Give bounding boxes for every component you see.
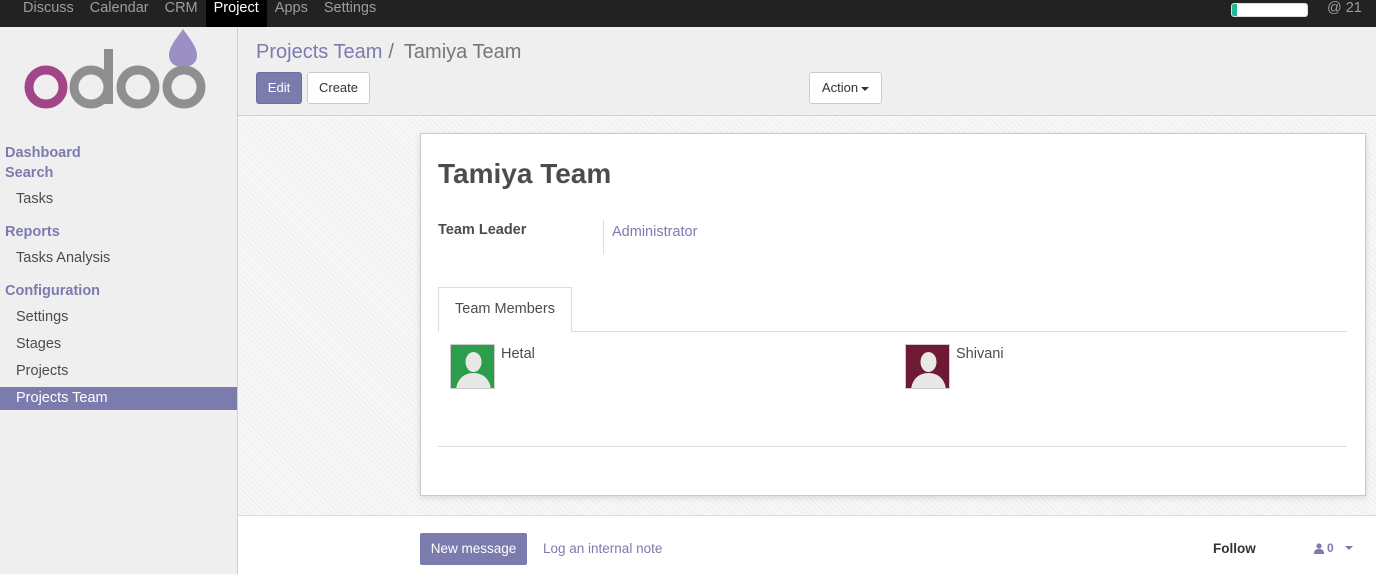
log-note-link[interactable]: Log an internal note <box>543 541 662 556</box>
sidebar-item-settings[interactable]: Settings <box>0 306 237 329</box>
team-leader-link[interactable]: Administrator <box>612 224 697 240</box>
form-sheet: Tamiya Team Team Leader Administrator Te… <box>420 133 1366 496</box>
action-label: Action <box>821 80 859 95</box>
form-view: Tamiya Team Team Leader Administrator Te… <box>238 116 1376 515</box>
caret-down-icon <box>1344 546 1353 550</box>
field-divider <box>603 220 604 254</box>
team-leader-label: Team Leader <box>438 222 527 238</box>
follow-button[interactable]: Follow <box>1213 541 1256 556</box>
progress-fill <box>1232 4 1238 16</box>
sidebar-heading-dashboard[interactable]: Dashboard <box>5 145 81 161</box>
sidebar-item-projects-team[interactable]: Projects Team <box>0 387 237 410</box>
member-name: Shivani <box>956 346 1004 362</box>
user-icon <box>1314 542 1324 554</box>
sidebar-heading-configuration: Configuration <box>5 283 101 299</box>
followers-dropdown[interactable]: 0 <box>1314 541 1353 555</box>
sidebar-item-projects[interactable]: Projects <box>0 360 237 383</box>
section-divider <box>438 446 1347 447</box>
breadcrumb: Projects Team / Tamiya Team <box>256 41 521 64</box>
menu-crm[interactable]: CRM <box>157 0 206 27</box>
create-button[interactable]: Create <box>307 72 370 104</box>
record-title: Tamiya Team <box>438 158 612 189</box>
messages-counter[interactable]: @ 21 <box>1327 0 1362 16</box>
avatar <box>450 344 495 389</box>
breadcrumb-parent[interactable]: Projects Team <box>256 41 382 64</box>
menu-project[interactable]: Project <box>205 0 267 27</box>
control-panel: Projects Team / Tamiya Team Edit Create … <box>238 27 1376 116</box>
tab-divider <box>438 331 1347 332</box>
new-message-button[interactable]: New message <box>420 533 527 565</box>
chatter: New message Log an internal note Follow … <box>238 515 1376 574</box>
action-dropdown[interactable]: Action <box>809 72 882 104</box>
member-card-hetal[interactable]: Hetal <box>450 344 535 389</box>
odoo-logo[interactable] <box>24 27 214 115</box>
sidebar-item-stages[interactable]: Stages <box>0 333 237 356</box>
breadcrumb-current: Tamiya Team <box>403 41 522 63</box>
menu-discuss[interactable]: Discuss <box>15 0 82 27</box>
sidebar-item-tasks[interactable]: Tasks <box>0 188 237 211</box>
followers-count: 0 <box>1327 541 1334 555</box>
sidebar-heading-reports: Reports <box>5 224 60 240</box>
menu-apps[interactable]: Apps <box>267 0 316 27</box>
sidebar: Dashboard Search Tasks Reports Tasks Ana… <box>0 27 238 574</box>
tab-team-members[interactable]: Team Members <box>438 287 572 332</box>
member-card-shivani[interactable]: Shivani <box>905 344 1004 389</box>
edit-button[interactable]: Edit <box>256 72 302 104</box>
sidebar-heading-search: Search <box>5 165 54 181</box>
member-name: Hetal <box>501 346 535 362</box>
caret-down-icon <box>861 86 870 91</box>
user-avatar-icon <box>906 345 949 388</box>
app-menu: Discuss Calendar CRM Project Apps Settin… <box>15 0 384 27</box>
sidebar-item-tasks-analysis[interactable]: Tasks Analysis <box>0 247 237 270</box>
avatar <box>905 344 950 389</box>
breadcrumb-separator: / <box>388 41 394 63</box>
user-avatar-icon <box>451 345 494 388</box>
menu-calendar[interactable]: Calendar <box>82 0 157 27</box>
top-navbar: Discuss Calendar CRM Project Apps Settin… <box>0 0 1376 27</box>
menu-settings[interactable]: Settings <box>316 0 384 27</box>
planner-progress-bar[interactable] <box>1231 3 1308 17</box>
